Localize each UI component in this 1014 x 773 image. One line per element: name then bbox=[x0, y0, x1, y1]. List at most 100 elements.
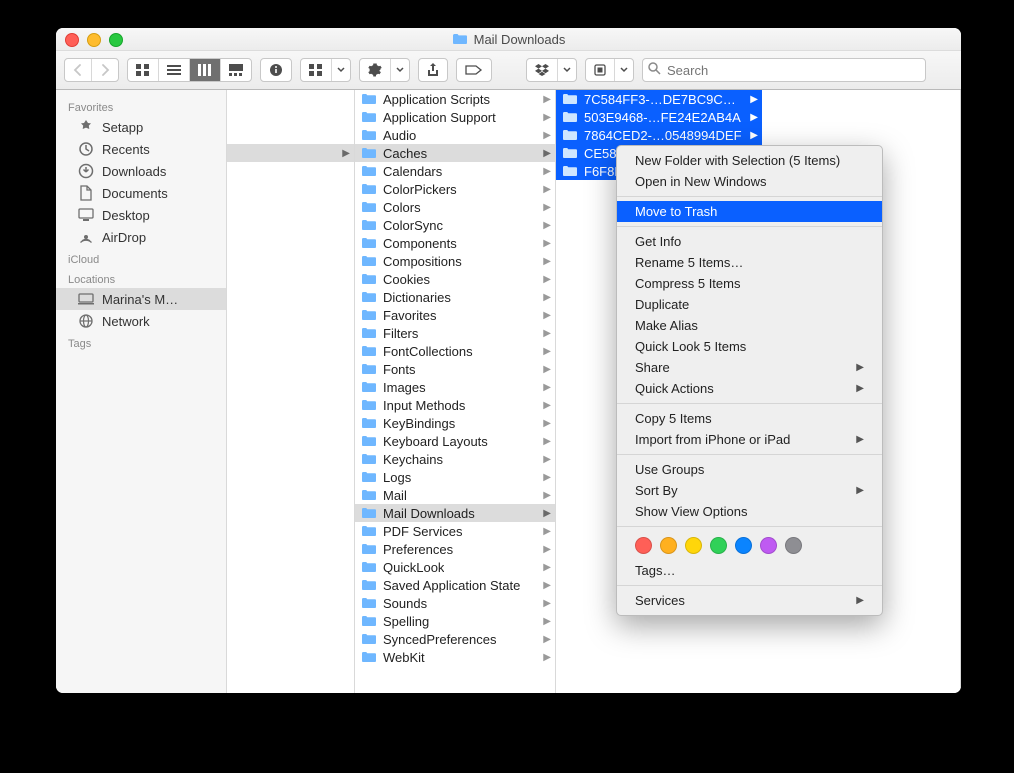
column-row[interactable]: Components▶ bbox=[355, 234, 555, 252]
sidebar-item-downloads[interactable]: Downloads bbox=[56, 160, 226, 182]
column-row[interactable]: Mail Downloads▶ bbox=[355, 504, 555, 522]
column-row[interactable]: Input Methods▶ bbox=[355, 396, 555, 414]
menu-item-compress-items[interactable]: Compress 5 Items bbox=[617, 273, 882, 294]
sidebar-item-label: Marina's M… bbox=[102, 292, 178, 307]
menu-item-tags[interactable]: Tags… bbox=[617, 560, 882, 581]
menu-item-make-alias[interactable]: Make Alias bbox=[617, 315, 882, 336]
column-row[interactable]: Mail▶ bbox=[355, 486, 555, 504]
column-row[interactable]: Keychains▶ bbox=[355, 450, 555, 468]
folder-icon bbox=[452, 33, 468, 45]
group-menu[interactable] bbox=[300, 58, 351, 82]
column-row[interactable]: Caches▶ bbox=[355, 144, 555, 162]
column-row[interactable]: Favorites▶ bbox=[355, 306, 555, 324]
column-row[interactable]: Preferences▶ bbox=[355, 540, 555, 558]
disclosure-arrow-icon: ▶ bbox=[543, 652, 551, 663]
column-row[interactable]: QuickLook▶ bbox=[355, 558, 555, 576]
dropbox-menu[interactable] bbox=[526, 58, 577, 82]
column-row[interactable]: Saved Application State▶ bbox=[355, 576, 555, 594]
column-row[interactable]: Filters▶ bbox=[355, 324, 555, 342]
column-row[interactable]: Sounds▶ bbox=[355, 594, 555, 612]
sidebar-item-airdrop[interactable]: AirDrop bbox=[56, 226, 226, 248]
sidebar-item-documents[interactable]: Documents bbox=[56, 182, 226, 204]
column-row[interactable]: KeyBindings▶ bbox=[355, 414, 555, 432]
zoom-window-button[interactable] bbox=[109, 33, 123, 47]
search-input[interactable] bbox=[642, 58, 926, 82]
sidebar-item-marina-s-m-[interactable]: Marina's M… bbox=[56, 288, 226, 310]
column-1[interactable]: Application Scripts▶Application Support▶… bbox=[355, 90, 556, 693]
column-row[interactable]: WebKit▶ bbox=[355, 648, 555, 666]
tag-dot[interactable] bbox=[660, 537, 677, 554]
back-button[interactable] bbox=[65, 59, 92, 81]
menu-item-open-in-new-windows[interactable]: Open in New Windows bbox=[617, 171, 882, 192]
folder-icon bbox=[361, 633, 377, 645]
column-row[interactable]: 7864CED2-…0548994DEF▶ bbox=[556, 126, 762, 144]
column-row[interactable]: ColorPickers▶ bbox=[355, 180, 555, 198]
tag-dot[interactable] bbox=[685, 537, 702, 554]
app-menu-2[interactable] bbox=[585, 58, 634, 82]
column-row[interactable]: ▶ bbox=[227, 144, 354, 162]
menu-item-import-from-iphone-or-ipad[interactable]: Import from iPhone or iPad▶ bbox=[617, 429, 882, 450]
column-row[interactable]: Spelling▶ bbox=[355, 612, 555, 630]
item-name: Cookies bbox=[383, 272, 430, 287]
menu-item-get-info[interactable]: Get Info bbox=[617, 231, 882, 252]
view-icons-button[interactable] bbox=[128, 59, 159, 81]
menu-item-quick-look-items[interactable]: Quick Look 5 Items bbox=[617, 336, 882, 357]
column-row[interactable]: Audio▶ bbox=[355, 126, 555, 144]
menu-item-quick-actions[interactable]: Quick Actions▶ bbox=[617, 378, 882, 399]
menu-item-use-groups[interactable]: Use Groups bbox=[617, 459, 882, 480]
column-row[interactable]: Application Support▶ bbox=[355, 108, 555, 126]
menu-item-services[interactable]: Services▶ bbox=[617, 590, 882, 611]
folder-icon bbox=[361, 129, 377, 141]
column-row[interactable]: Application Scripts▶ bbox=[355, 90, 555, 108]
action-menu[interactable] bbox=[359, 58, 410, 82]
column-0[interactable]: ▶ bbox=[227, 90, 355, 693]
column-row[interactable]: Colors▶ bbox=[355, 198, 555, 216]
column-row[interactable]: SyncedPreferences▶ bbox=[355, 630, 555, 648]
view-list-button[interactable] bbox=[159, 59, 190, 81]
nav-buttons bbox=[64, 58, 119, 82]
share-button[interactable] bbox=[418, 58, 448, 82]
column-row[interactable]: Images▶ bbox=[355, 378, 555, 396]
sidebar-item-setapp[interactable]: Setapp bbox=[56, 116, 226, 138]
folder-icon bbox=[361, 399, 377, 411]
minimize-window-button[interactable] bbox=[87, 33, 101, 47]
tag-dot[interactable] bbox=[735, 537, 752, 554]
column-row[interactable]: FontCollections▶ bbox=[355, 342, 555, 360]
menu-item-copy-items[interactable]: Copy 5 Items bbox=[617, 408, 882, 429]
menu-item-move-to-trash[interactable]: Move to Trash bbox=[617, 201, 882, 222]
disclosure-arrow-icon: ▶ bbox=[750, 112, 758, 123]
close-window-button[interactable] bbox=[65, 33, 79, 47]
tag-dot[interactable] bbox=[760, 537, 777, 554]
menu-item-rename-items-[interactable]: Rename 5 Items… bbox=[617, 252, 882, 273]
view-gallery-button[interactable] bbox=[221, 59, 251, 81]
column-row[interactable]: Compositions▶ bbox=[355, 252, 555, 270]
tags-button[interactable] bbox=[456, 58, 492, 82]
tag-dot[interactable] bbox=[785, 537, 802, 554]
column-row[interactable]: Keyboard Layouts▶ bbox=[355, 432, 555, 450]
tag-dot[interactable] bbox=[710, 537, 727, 554]
get-info-button[interactable] bbox=[260, 58, 292, 82]
sidebar-item-network[interactable]: Network bbox=[56, 310, 226, 332]
view-columns-button[interactable] bbox=[190, 59, 221, 81]
column-row[interactable]: Fonts▶ bbox=[355, 360, 555, 378]
menu-item-duplicate[interactable]: Duplicate bbox=[617, 294, 882, 315]
sidebar-item-desktop[interactable]: Desktop bbox=[56, 204, 226, 226]
column-row[interactable]: 7C584FF3-…DE7BC9CC87▶ bbox=[556, 90, 762, 108]
menu-item-show-view-options[interactable]: Show View Options bbox=[617, 501, 882, 522]
tag-dot[interactable] bbox=[635, 537, 652, 554]
search-field[interactable] bbox=[642, 58, 892, 82]
column-row[interactable]: PDF Services▶ bbox=[355, 522, 555, 540]
column-row[interactable]: 503E9468-…FE24E2AB4A▶ bbox=[556, 108, 762, 126]
column-row[interactable]: Cookies▶ bbox=[355, 270, 555, 288]
column-row[interactable]: ColorSync▶ bbox=[355, 216, 555, 234]
menu-item-label: Open in New Windows bbox=[635, 174, 767, 189]
column-row[interactable]: Dictionaries▶ bbox=[355, 288, 555, 306]
menu-item-sort-by[interactable]: Sort By▶ bbox=[617, 480, 882, 501]
sidebar-item-recents[interactable]: Recents bbox=[56, 138, 226, 160]
column-row[interactable]: Logs▶ bbox=[355, 468, 555, 486]
forward-button[interactable] bbox=[92, 59, 118, 81]
menu-item-share[interactable]: Share▶ bbox=[617, 357, 882, 378]
menu-item-new-folder-with-selection-items-[interactable]: New Folder with Selection (5 Items) bbox=[617, 150, 882, 171]
column-row[interactable]: Calendars▶ bbox=[355, 162, 555, 180]
folder-icon bbox=[361, 111, 377, 123]
